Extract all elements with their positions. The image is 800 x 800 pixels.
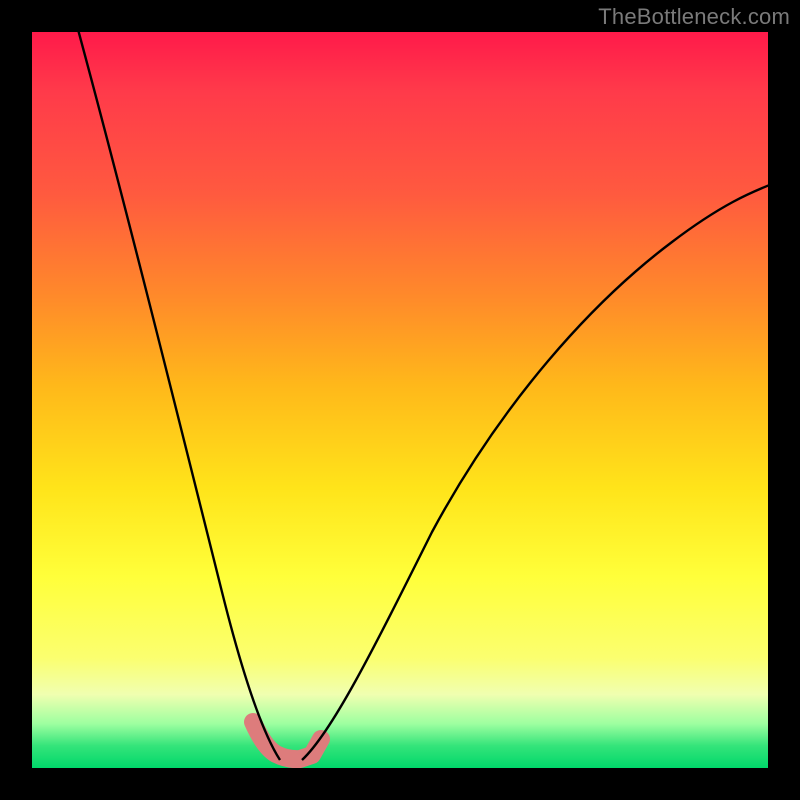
curve-left [76,32,280,760]
watermark-text: TheBottleneck.com [598,4,790,30]
plot-area [32,32,768,768]
curve-right [302,184,768,760]
chart-frame: TheBottleneck.com [0,0,800,800]
chart-svg [32,32,768,768]
